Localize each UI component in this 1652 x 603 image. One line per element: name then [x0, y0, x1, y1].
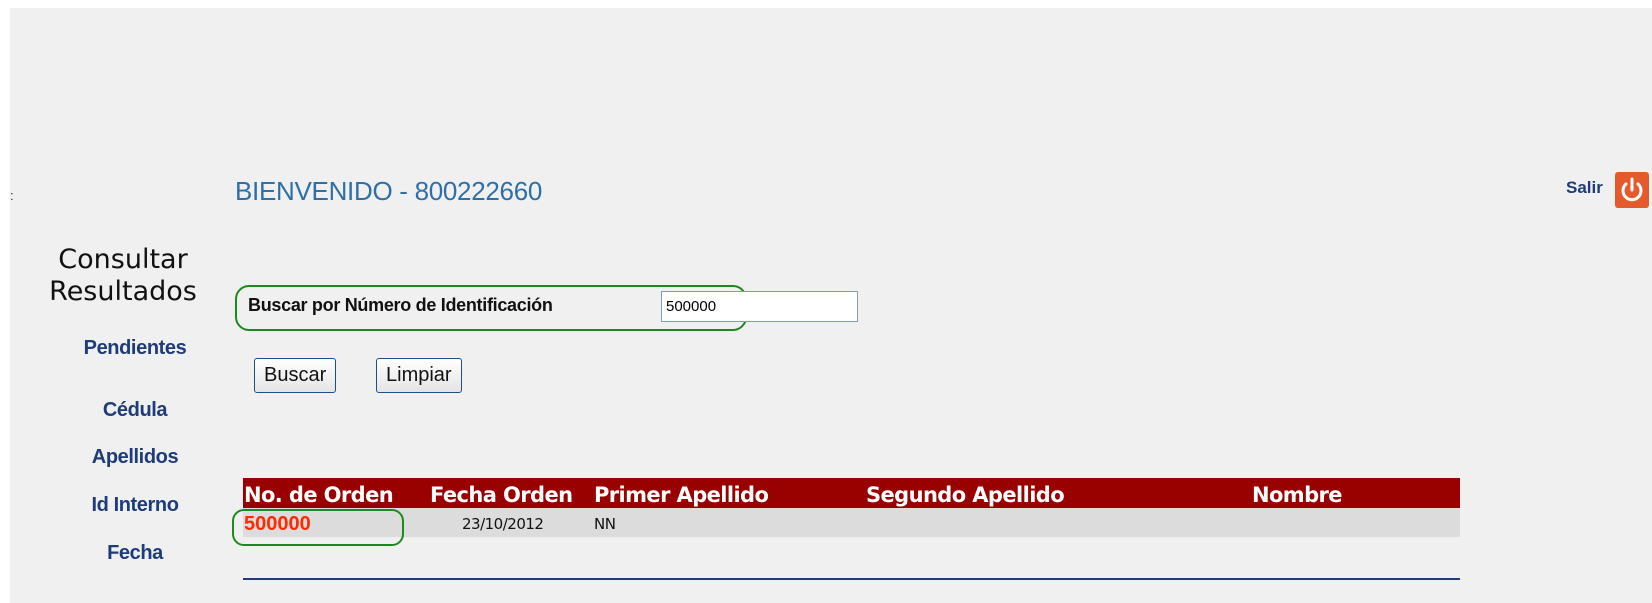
sidebar-item-apellidos[interactable]: Apellidos [55, 446, 215, 469]
column-header-second-surname: Segundo Apellido [866, 483, 1065, 507]
column-header-order-number: No. de Orden [244, 483, 394, 507]
sidebar-item-pendientes[interactable]: Pendientes [55, 337, 215, 360]
sidebar-item-id-interno[interactable]: Id Interno [55, 494, 215, 517]
search-button[interactable]: Buscar [254, 358, 337, 393]
power-icon[interactable] [1615, 172, 1649, 208]
sidebar-item-cedula[interactable]: Cédula [55, 399, 215, 422]
order-date-cell: 23/10/2012 [462, 515, 544, 533]
order-highlight [232, 509, 404, 546]
logout-link[interactable]: Salir [1566, 178, 1603, 198]
sidebar-item-fecha[interactable]: Fecha [55, 542, 215, 565]
search-label: Buscar por Número de Identificación [248, 295, 553, 315]
column-header-order-date: Fecha Orden [430, 483, 573, 507]
id-number-input[interactable] [661, 291, 858, 322]
divider [243, 578, 1460, 580]
welcome-title: BIENVENIDO - 800222660 [235, 176, 543, 206]
column-header-name: Nombre [1252, 483, 1343, 507]
sidebar-title-line2: Resultados [49, 276, 197, 307]
column-header-first-surname: Primer Apellido [594, 483, 769, 507]
first-surname-cell: NN [594, 515, 616, 533]
clear-button[interactable]: Limpiar [376, 358, 462, 393]
sidebar-title: Consultar Resultados [33, 244, 213, 308]
table-row [243, 508, 1460, 537]
sidebar-title-line1: Consultar [58, 244, 188, 275]
stray-colon: : [10, 188, 14, 203]
